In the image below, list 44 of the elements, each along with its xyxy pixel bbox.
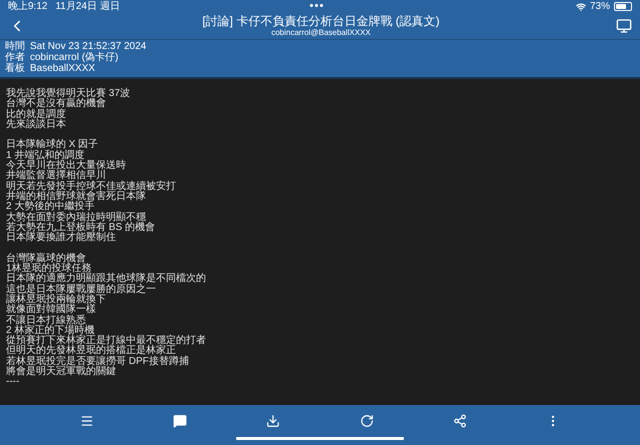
body-line: 比的就是調度 bbox=[6, 110, 66, 120]
body-line: 台灣隊贏球的機會 bbox=[6, 254, 86, 264]
meta-value: Sat Nov 23 21:52:37 2024 bbox=[30, 41, 146, 52]
body-line: 若林昱珉投完是否要讓撈哥 DPF接替蹲捕 bbox=[6, 356, 189, 367]
body-line: 若大勢在九上登板時有 BS 的機會 bbox=[6, 222, 155, 233]
body-line: 但明天的先發林昱珉的搭檔正是林家正 bbox=[6, 346, 176, 356]
battery-percent: 73% bbox=[590, 0, 610, 14]
meta-value: BaseballXXXX bbox=[30, 63, 96, 74]
body-line: 2 大勢後的中繼投手 bbox=[6, 202, 94, 212]
body-line: 日本隊的適應力明顯跟其他球隊是不同檔次的 bbox=[6, 274, 206, 284]
chat-bubble-icon[interactable] bbox=[172, 414, 187, 428]
body-line: ---- bbox=[6, 377, 20, 388]
body-line: 將會是明天冠軍戰的關鍵 bbox=[6, 367, 116, 378]
body-line: 台灣不是沒有贏的機會 bbox=[6, 99, 106, 110]
body-line: 日本隊要換誰才能壓制住 bbox=[6, 233, 116, 244]
body-line: 先來談談日本 bbox=[6, 120, 66, 130]
refresh-icon[interactable] bbox=[360, 414, 374, 428]
body-line: 1 井端弘和的調度 bbox=[6, 150, 84, 161]
monitor-icon[interactable] bbox=[616, 18, 632, 34]
body-line: 讓林昱珉投兩輪就換下 bbox=[6, 294, 106, 305]
status-date: 11月24日 週日 bbox=[55, 0, 120, 14]
wifi-icon bbox=[576, 2, 586, 12]
download-icon[interactable] bbox=[266, 414, 280, 428]
body-line: 就像面對韓國隊一樣 bbox=[6, 305, 96, 316]
meta-label: 作者 bbox=[5, 52, 26, 63]
body-line: 井端監督選擇相信早川 bbox=[6, 171, 106, 182]
meta-label: 時間 bbox=[5, 41, 26, 52]
body-line: 這也是日本隊屢戰屢勝的原因之一 bbox=[6, 284, 156, 295]
body-line: 大勢在面對委內瑞拉時明顯不穩 bbox=[6, 212, 146, 223]
body-line: 明天若先發投手控球不佳或連續被安打 bbox=[6, 182, 176, 192]
post-subtitle: cobincarrol@BaseballXXXX bbox=[271, 28, 371, 37]
battery-icon bbox=[614, 2, 632, 11]
status-time: 晚上9:12 bbox=[8, 0, 48, 14]
body-line: 井端的相信野球就會害死日本隊 bbox=[6, 192, 146, 202]
body-line: 2 林家正的下場時機 bbox=[6, 326, 94, 336]
meta-value: cobincarrol (偽卡仔) bbox=[30, 52, 118, 63]
body-line: 我先說我覺得明天比賽 37波 bbox=[6, 89, 130, 99]
meta-label: 看板 bbox=[5, 63, 26, 74]
body-line: 不讓日本打線熟悉 bbox=[6, 316, 86, 326]
share-icon[interactable] bbox=[452, 414, 467, 428]
dots-icon bbox=[310, 4, 323, 7]
menu-icon[interactable] bbox=[80, 414, 94, 428]
body-line: 日本隊輸球的 X 因子 bbox=[6, 140, 98, 150]
post-title: [討論] 卡仔不負責任分析台日金牌戰 (認真文) bbox=[202, 15, 440, 28]
